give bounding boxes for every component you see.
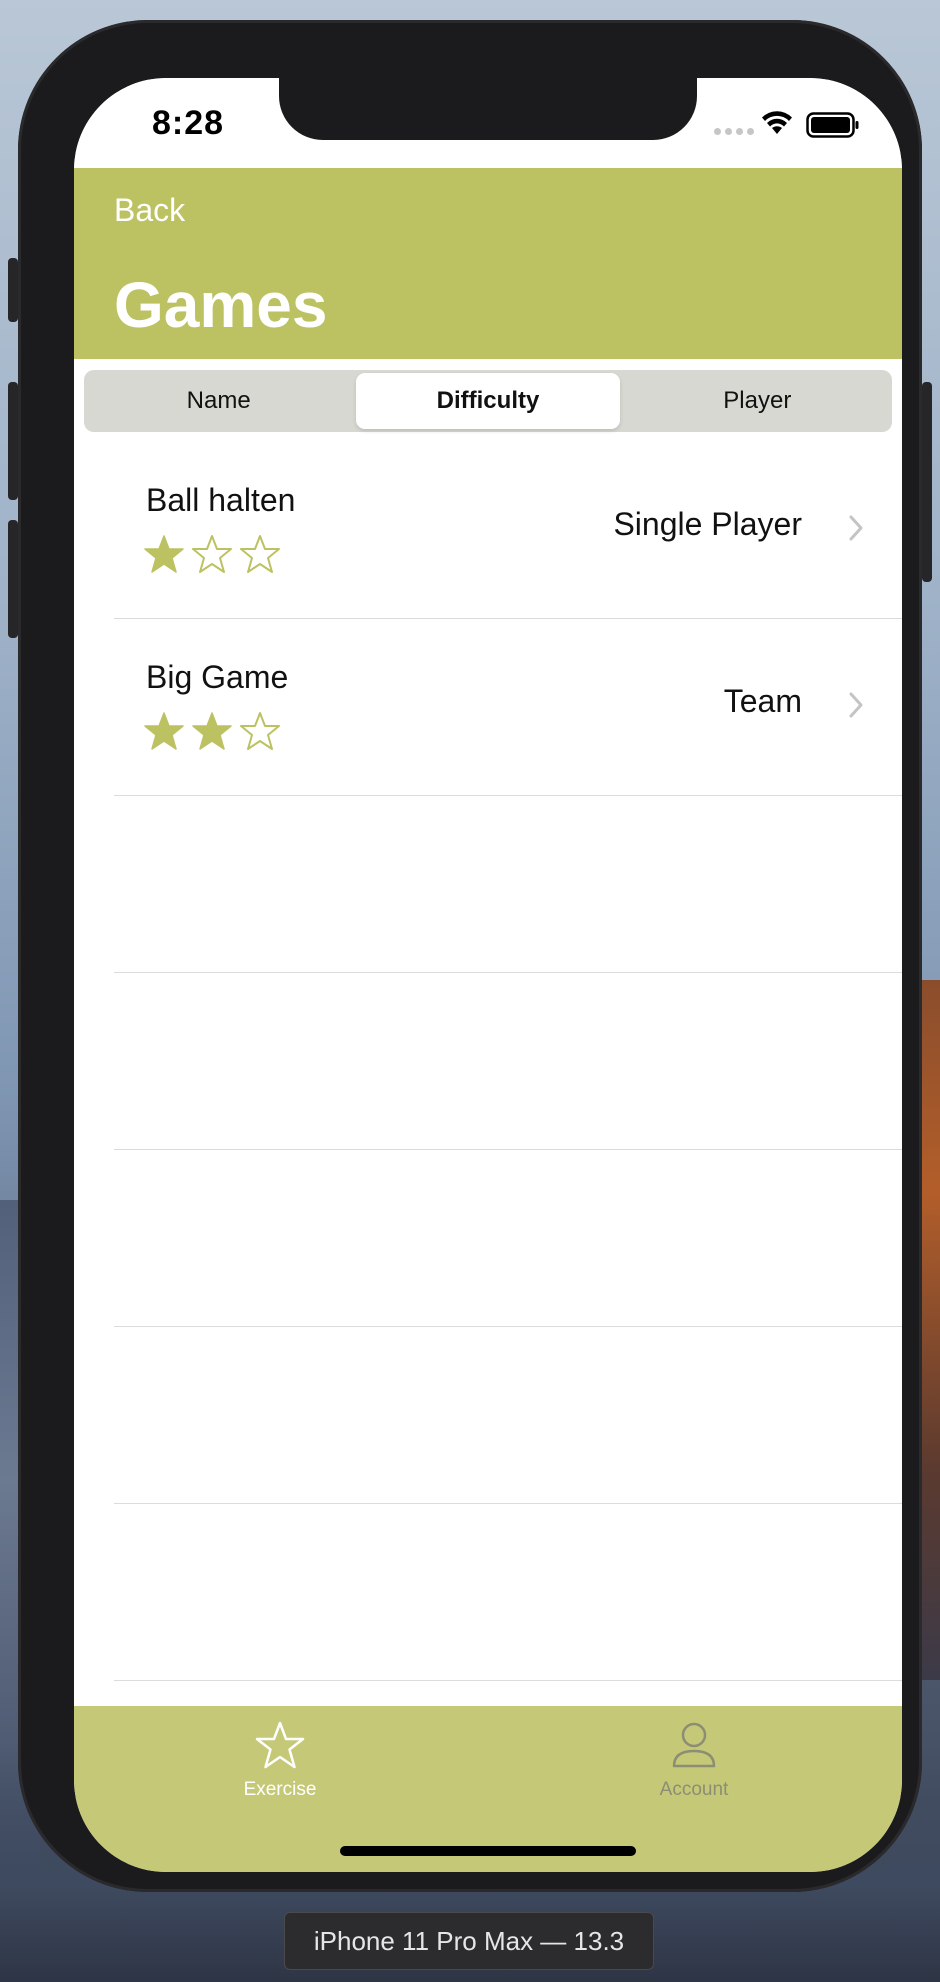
segment-player[interactable]: Player [626,373,889,429]
status-time: 8:28 [152,104,225,142]
page-title: Games [114,269,328,341]
list-item[interactable]: Big Game Team [74,619,902,796]
battery-icon [806,112,859,138]
games-list: Ball halten Single Player Big Game Team [74,442,902,1681]
mute-switch [8,258,18,322]
volume-down-button [8,520,18,638]
segment-difficulty[interactable]: Difficulty [356,373,620,429]
player-type: Single Player [613,506,802,542]
navigation-header: Back Games [74,168,902,359]
tab-exercise[interactable]: Exercise [180,1720,380,1801]
wifi-icon [762,111,792,134]
tab-account[interactable]: Account [594,1720,794,1801]
home-indicator [340,1846,636,1856]
game-title: Ball halten [146,482,296,518]
empty-row [74,973,902,1150]
game-title: Big Game [146,659,289,695]
star-filled-icon [144,712,184,750]
person-icon [672,1722,716,1768]
tab-label: Account [659,1779,729,1800]
back-button[interactable]: Back [114,192,185,229]
tab-label: Exercise [243,1779,317,1800]
empty-row [74,1150,902,1327]
screen: 8:28 Back Games Name Difficulty Player B… [74,78,902,1872]
cellular-signal-icon [714,128,754,135]
power-button [922,382,932,582]
chevron-right-icon [849,692,863,718]
star-outline-icon [240,712,280,750]
list-item[interactable]: Ball halten Single Player [74,442,902,619]
star-filled-icon [192,712,232,750]
star-icon [255,1721,305,1769]
star-filled-icon [144,535,184,573]
segment-name[interactable]: Name [87,373,350,429]
empty-row [74,796,902,973]
star-outline-icon [240,535,280,573]
player-type: Team [723,683,802,719]
difficulty-rating [144,711,280,751]
notch [279,78,697,140]
difficulty-rating [144,534,280,574]
device-frame: 8:28 Back Games Name Difficulty Player B… [8,20,932,1892]
sort-segmented-control: Name Difficulty Player [84,370,892,432]
chevron-right-icon [849,515,863,541]
empty-row [74,1504,902,1681]
simulator-device-label: iPhone 11 Pro Max — 13.3 [284,1912,654,1970]
volume-up-button [8,382,18,500]
star-outline-icon [192,535,232,573]
empty-row [74,1327,902,1504]
tab-bar: Exercise Account [74,1706,902,1872]
